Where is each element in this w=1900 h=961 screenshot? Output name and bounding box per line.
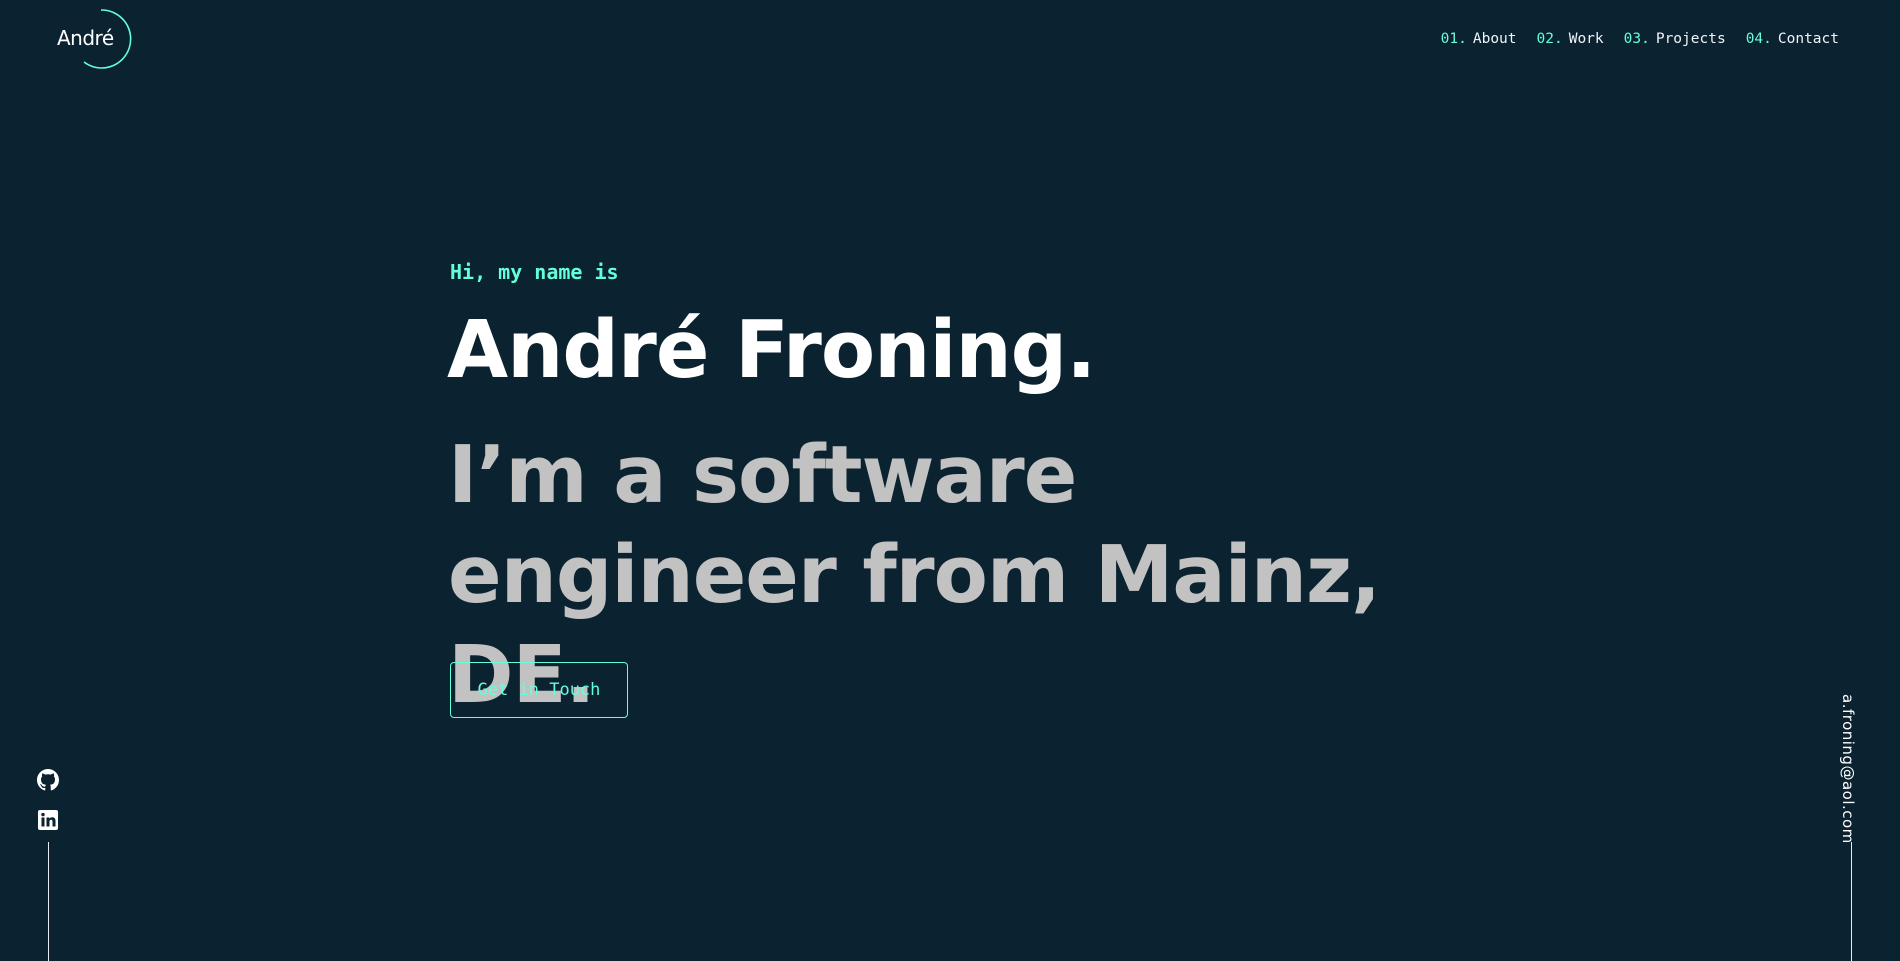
nav-item-contact[interactable]: 04. Contact (1746, 31, 1839, 47)
left-divider-line (48, 842, 49, 961)
main-nav: 01. About 02. Work 03. Projects 04. Contact (1441, 31, 1839, 47)
github-icon (37, 769, 59, 791)
linkedin-icon (38, 810, 58, 830)
github-link[interactable] (37, 769, 59, 791)
nav-number: 04. (1745, 31, 1772, 47)
nav-label: Contact (1777, 31, 1839, 47)
right-divider-line (1851, 842, 1852, 961)
get-in-touch-button[interactable]: Get in Touch (450, 662, 628, 718)
linkedin-link[interactable] (37, 809, 59, 831)
nav-number: 03. (1623, 31, 1650, 47)
nav-number: 02. (1536, 31, 1563, 47)
nav-number: 01. (1440, 31, 1467, 47)
nav-label: Work (1568, 31, 1604, 47)
nav-item-projects[interactable]: 03. Projects (1624, 31, 1726, 47)
nav-item-work[interactable]: 02. Work (1537, 31, 1604, 47)
nav-label: About (1472, 31, 1517, 47)
hero-name: André Froning. (447, 304, 1096, 396)
email-link[interactable]: a.froning@aol.com (1839, 694, 1857, 844)
nav-item-about[interactable]: 01. About (1441, 31, 1517, 47)
logo-text: André (57, 26, 114, 50)
logo[interactable]: André (50, 6, 132, 70)
nav-label: Projects (1655, 31, 1726, 47)
hero-greeting: Hi, my name is (450, 260, 619, 284)
